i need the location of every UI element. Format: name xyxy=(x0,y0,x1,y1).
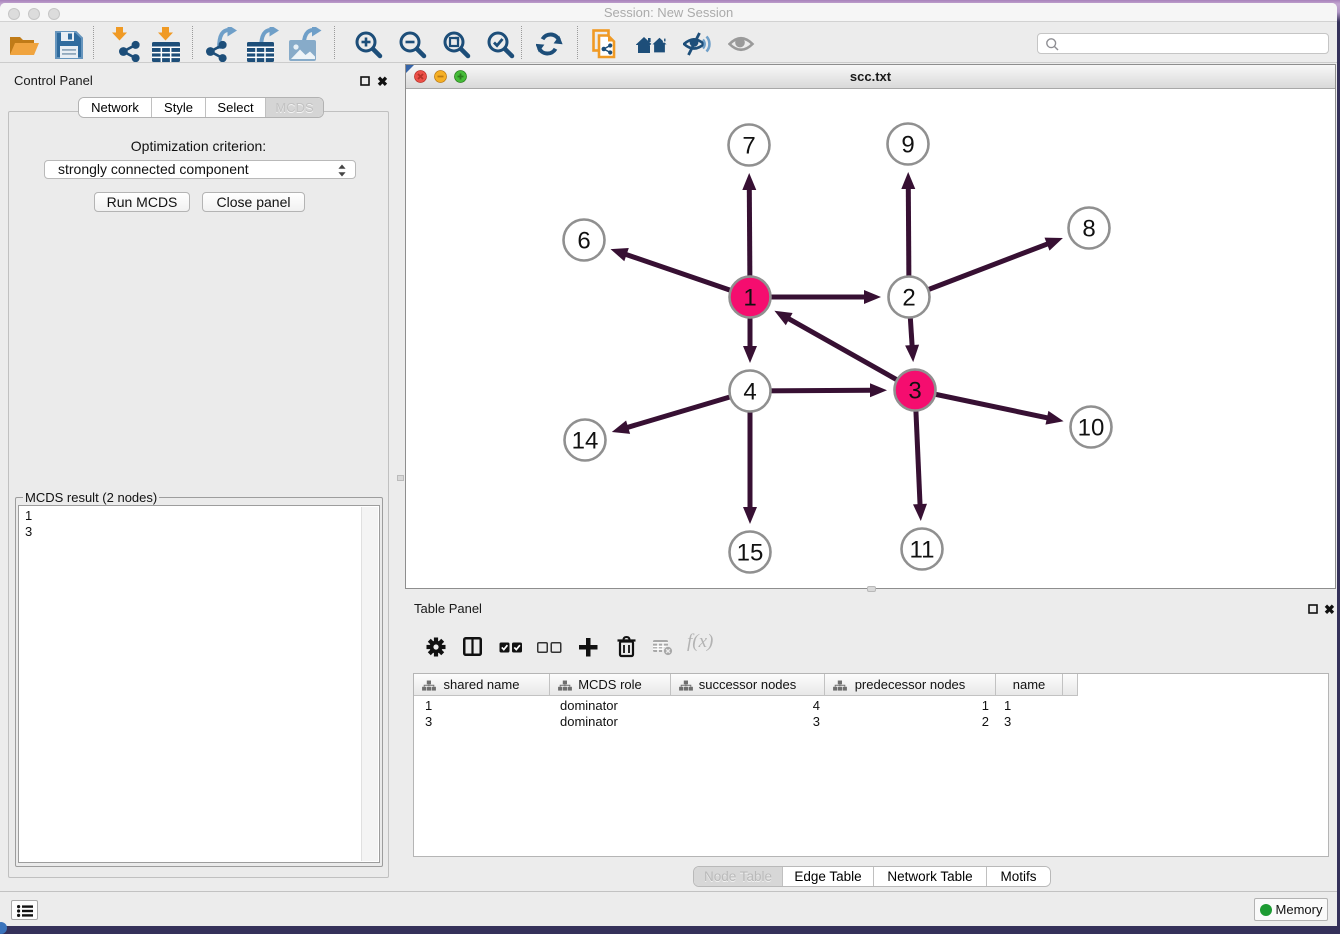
svg-text:2: 2 xyxy=(902,285,915,312)
svg-text:11: 11 xyxy=(910,537,935,564)
svg-text:8: 8 xyxy=(1082,216,1095,243)
svg-text:15: 15 xyxy=(737,540,764,567)
svg-text:14: 14 xyxy=(572,428,599,455)
svg-text:7: 7 xyxy=(742,133,755,160)
svg-text:6: 6 xyxy=(577,228,590,255)
svg-text:9: 9 xyxy=(901,132,914,159)
svg-text:1: 1 xyxy=(743,285,756,312)
svg-text:3: 3 xyxy=(908,378,921,405)
svg-text:10: 10 xyxy=(1078,415,1105,442)
svg-text:4: 4 xyxy=(743,379,756,406)
